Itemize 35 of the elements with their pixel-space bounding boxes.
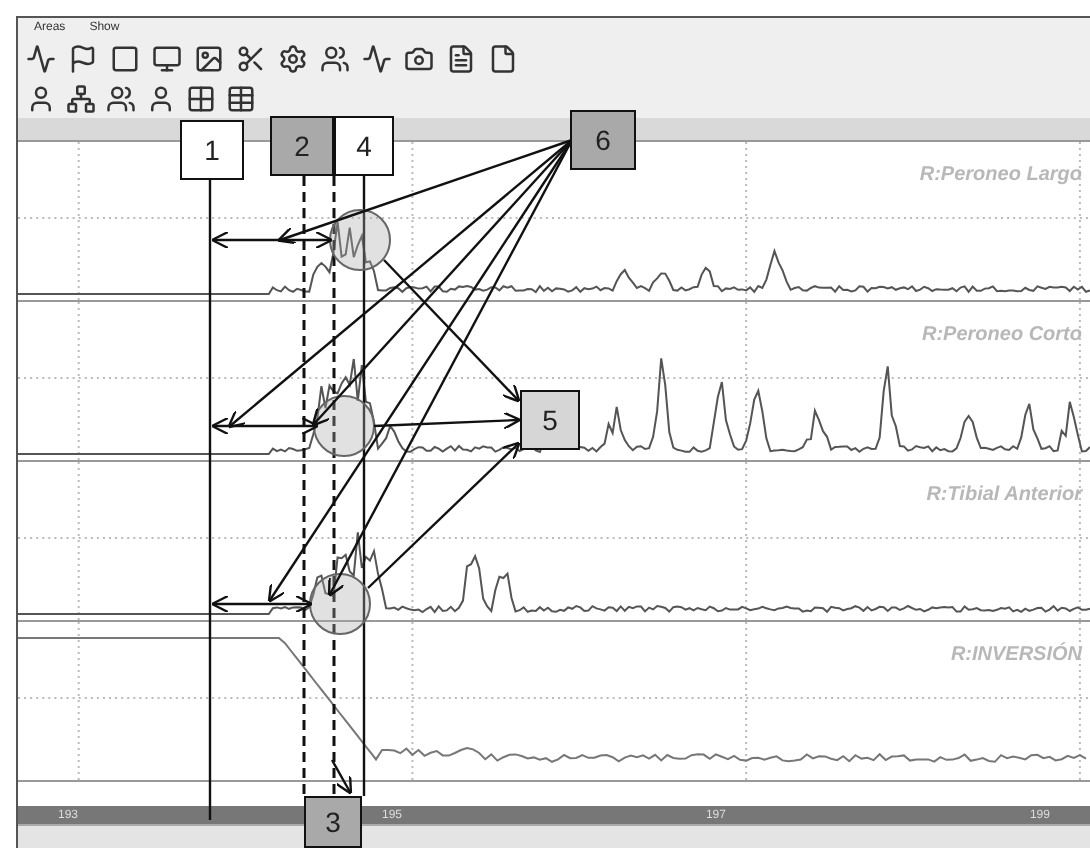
- leader-arrow: [330, 759, 353, 795]
- camera-icon[interactable]: [404, 43, 434, 73]
- channel-label: R:Tibial Anterior: [926, 486, 1082, 506]
- channel-label: R:Peroneo Corto: [922, 326, 1082, 346]
- flag-icon[interactable]: [68, 43, 98, 73]
- figure-icon[interactable]: [26, 83, 56, 113]
- channel-label: R:Peroneo Largo: [919, 166, 1082, 186]
- callout-label: 3: [304, 796, 362, 848]
- waveform-icon[interactable]: [362, 43, 392, 73]
- callout-label: 6: [570, 110, 636, 170]
- highlight-circle: [313, 395, 375, 457]
- monitor-icon[interactable]: [152, 43, 182, 73]
- table-icon[interactable]: [226, 83, 256, 113]
- frame-icon[interactable]: [110, 43, 140, 73]
- grid-icon[interactable]: [186, 83, 216, 113]
- file-icon[interactable]: [488, 43, 518, 73]
- highlight-circle: [329, 209, 391, 271]
- people-icon[interactable]: [320, 43, 350, 73]
- figure-icon[interactable]: [146, 83, 176, 113]
- highlight-circle: [309, 573, 371, 635]
- double-arrow: [210, 416, 320, 436]
- network-icon[interactable]: [66, 83, 96, 113]
- callout-label: 1: [180, 120, 244, 180]
- double-arrow: [210, 230, 334, 250]
- image-icon[interactable]: [194, 43, 224, 73]
- callout-label: 5: [520, 390, 580, 450]
- channel-label: R:INVERSIÓN: [950, 646, 1082, 666]
- double-arrow: [210, 594, 314, 614]
- document-icon[interactable]: [446, 43, 476, 73]
- scissors-icon[interactable]: [236, 43, 266, 73]
- figures-icon[interactable]: [106, 83, 136, 113]
- pulse-icon[interactable]: [26, 43, 56, 73]
- callout-label: 4: [334, 116, 394, 176]
- gear-icon[interactable]: [278, 43, 308, 73]
- callout-label: 2: [270, 116, 334, 176]
